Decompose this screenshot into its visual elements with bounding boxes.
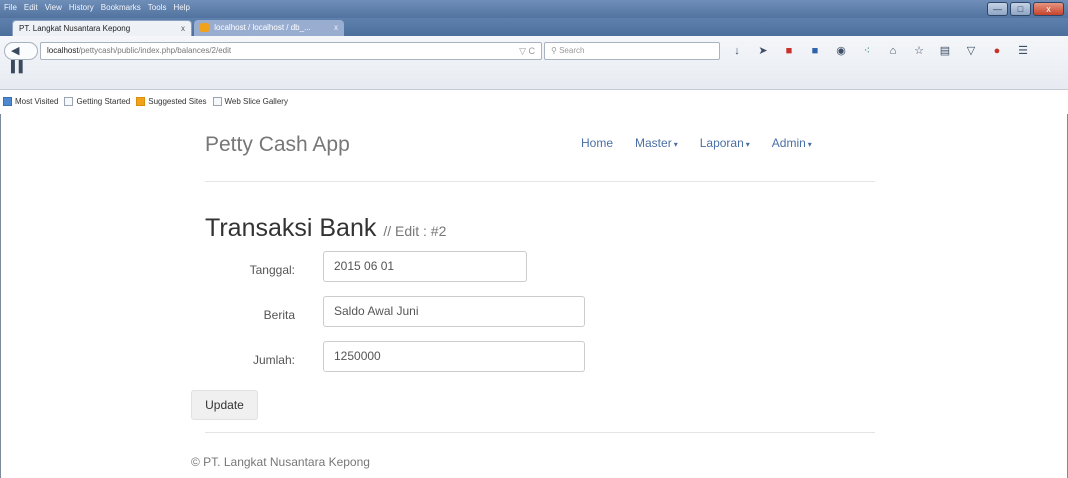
bookmark-label: Suggested Sites (148, 96, 207, 106)
search-input[interactable]: ⚲ Search (544, 42, 720, 60)
window-border-left (0, 114, 8, 478)
jumlah-label: Jumlah: (252, 353, 295, 367)
search-placeholder: Search (559, 46, 585, 55)
bookmark-most-visited[interactable]: Most Visited (3, 96, 59, 106)
adblock-icon[interactable]: ● (990, 43, 1004, 59)
menu-edit[interactable]: Edit (24, 3, 38, 13)
menu-view[interactable]: View (45, 3, 62, 13)
menu-tools[interactable]: Tools (148, 3, 167, 13)
browser-toolbar: ◀ ▌▌ localhost/pettycash/public/index.ph… (0, 36, 1068, 90)
nav-label: Home (581, 136, 614, 150)
search-icon: ⚲ (551, 46, 560, 55)
page-title-text: Transaksi Bank (205, 214, 377, 242)
caret-down-icon: ▾ (745, 140, 750, 149)
addon-red-icon[interactable]: ■ (782, 43, 796, 59)
page-icon (64, 96, 74, 106)
bookmark-label: Most Visited (15, 96, 59, 106)
addon-blue-icon[interactable]: ■ (808, 43, 822, 59)
footer-divider (205, 432, 875, 433)
bookmark-suggested-sites[interactable]: Suggested Sites (136, 96, 207, 106)
tab-close-icon[interactable]: x (181, 21, 185, 36)
back-button[interactable]: ◀ ▌▌ (4, 42, 38, 73)
url-host: localhost (47, 46, 79, 55)
berita-label: Berita (263, 308, 295, 322)
menu-file[interactable]: File (4, 3, 17, 13)
header-divider (205, 181, 875, 182)
nav-label: Master (635, 136, 672, 150)
url-bar[interactable]: localhost/pettycash/public/index.php/bal… (40, 42, 542, 60)
tab-inactive[interactable]: localhost / localhost / db_... x (194, 20, 344, 36)
menu-bookmarks[interactable]: Bookmarks (101, 3, 141, 13)
send-icon[interactable]: ➤ (756, 43, 770, 59)
jumlah-input[interactable]: 1250000 (323, 341, 585, 372)
menu-hamburger-icon[interactable]: ☰ (1016, 43, 1030, 59)
home-icon[interactable]: ⌂ (886, 43, 900, 59)
page-subtitle: // Edit : #2 (383, 223, 447, 239)
folder-icon (3, 96, 12, 106)
tanggal-input[interactable]: 2015 06 01 (323, 251, 527, 282)
phpmyadmin-favicon-icon (200, 23, 209, 33)
close-window-button[interactable]: x (1033, 2, 1064, 16)
reload-icon[interactable]: ▽ C (519, 43, 535, 59)
download-icon[interactable]: ↓ (730, 43, 744, 59)
star-icon[interactable]: ☆ (912, 43, 926, 59)
addon-green-icon[interactable]: ⁖ (860, 43, 874, 59)
tab-active[interactable]: PT. Langkat Nusantara Kepong x (12, 20, 192, 36)
berita-input[interactable]: Saldo Awal Juni (323, 296, 585, 327)
chat-icon[interactable]: ◉ (834, 43, 848, 59)
nav-home[interactable]: Home (581, 136, 613, 150)
main-nav: Home Master ▾ Laporan ▾ Admin ▾ (581, 136, 812, 150)
caret-down-icon: ▾ (807, 140, 812, 149)
bookmark-getting-started[interactable]: Getting Started (64, 96, 131, 106)
bookmark-label: Getting Started (76, 96, 131, 106)
tab-title: PT. Langkat Nusantara Kepong (19, 24, 131, 33)
update-button[interactable]: Update (191, 390, 258, 420)
tanggal-label: Tanggal: (249, 263, 295, 277)
footer-copyright: © PT. Langkat Nusantara Kepong (191, 455, 370, 469)
bookmarks-bar: Most Visited Getting Started Suggested S… (0, 91, 1068, 111)
tab-strip: PT. Langkat Nusantara Kepong x localhost… (0, 18, 1068, 52)
menu-help[interactable]: Help (173, 3, 189, 13)
nav-label: Admin (771, 136, 806, 150)
browser-chrome: File Edit View History Bookmarks Tools H… (0, 0, 1068, 114)
pocket-icon[interactable]: ▽ (964, 43, 978, 59)
bookmark-web-slice-gallery[interactable]: Web Slice Gallery (212, 96, 288, 106)
menu-history[interactable]: History (69, 3, 94, 13)
tab-title: localhost / localhost / db_... (214, 23, 311, 32)
nav-master-dropdown[interactable]: Master ▾ (635, 136, 678, 150)
page-icon (212, 96, 222, 106)
minimize-button[interactable]: — (987, 2, 1008, 16)
clipboard-icon[interactable]: ▤ (938, 43, 952, 59)
window-border-right (1060, 114, 1068, 478)
app-brand[interactable]: Petty Cash App (205, 133, 350, 157)
caret-down-icon: ▾ (673, 140, 678, 149)
nav-laporan-dropdown[interactable]: Laporan ▾ (700, 136, 750, 150)
nav-admin-dropdown[interactable]: Admin ▾ (772, 136, 812, 150)
menu-bar: File Edit View History Bookmarks Tools H… (0, 0, 1068, 18)
nav-label: Laporan (699, 136, 744, 150)
maximize-button[interactable]: □ (1010, 2, 1031, 16)
url-path: /pettycash/public/index.php/balances/2/e… (78, 46, 232, 55)
suggested-sites-icon (136, 96, 146, 106)
tab-close-icon[interactable]: x (334, 20, 338, 36)
page-title: Transaksi Bank // Edit : #2 (205, 214, 446, 243)
bookmark-label: Web Slice Gallery (224, 96, 288, 106)
